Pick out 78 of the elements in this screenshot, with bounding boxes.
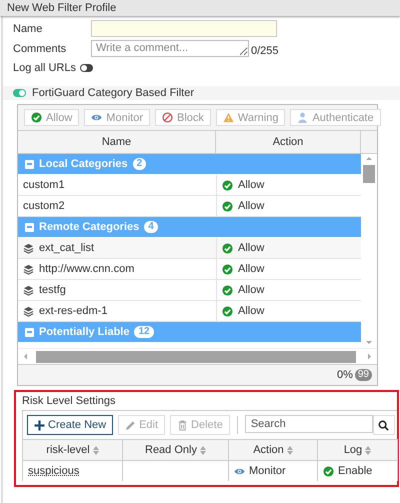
group-header[interactable]: Potentially Liable 12 <box>18 322 361 343</box>
section-label: FortiGuard Category Based Filter <box>32 87 194 99</box>
column-label: risk-level <box>46 444 90 456</box>
category-name: http://www.cnn.com <box>39 263 134 275</box>
action-label: Allow <box>238 284 264 296</box>
count-badge: 2 <box>132 158 146 170</box>
category-name: testfg <box>39 284 66 296</box>
search-icon <box>378 420 390 430</box>
toggle-switch[interactable] <box>13 89 26 97</box>
category-name: custom1 <box>23 179 65 191</box>
sort-icon[interactable] <box>286 446 293 454</box>
collapse-icon[interactable] <box>25 328 34 336</box>
column-header[interactable]: Action <box>229 439 318 460</box>
column-header[interactable]: Name <box>18 131 216 153</box>
group-header[interactable]: Local Categories 2 <box>18 154 361 175</box>
sort-icon[interactable] <box>200 446 206 454</box>
person-icon <box>297 112 308 123</box>
group-header[interactable]: Remote Categories 4 <box>18 217 361 238</box>
check-icon <box>31 112 42 123</box>
layers-icon <box>23 284 34 296</box>
action-label: Allow <box>238 179 264 191</box>
trash-icon <box>177 420 188 430</box>
count-badge: 12 <box>134 326 154 338</box>
action-label: Allow <box>238 305 264 317</box>
window-title: New Web Filter Profile <box>0 0 400 16</box>
horizontal-scrollbar[interactable] <box>18 348 377 364</box>
count-badge: 4 <box>144 221 158 233</box>
check-icon <box>222 264 233 274</box>
field-label: Log all URLs <box>13 62 76 74</box>
layers-icon <box>23 242 34 254</box>
category-name: ext_cat_list <box>39 242 94 254</box>
column-label: Action <box>253 444 284 456</box>
column-header[interactable]: Read Only <box>123 439 229 460</box>
column-header[interactable]: Action <box>216 131 361 153</box>
column-header[interactable]: risk-level <box>23 439 123 460</box>
check-icon <box>222 180 233 190</box>
group-label: Potentially Liable <box>39 326 130 338</box>
column-label: Read Only <box>145 444 197 456</box>
category-name: ext-res-edm-1 <box>39 305 108 317</box>
action-label: Allow <box>238 263 264 275</box>
risk-level-link[interactable]: suspicious <box>28 465 80 477</box>
field-label: Comments <box>13 42 68 54</box>
search-button[interactable] <box>372 415 395 435</box>
warning-icon <box>222 112 234 123</box>
log-label: Enable <box>338 465 372 477</box>
toolbar-button[interactable]: Create New <box>27 415 114 435</box>
search-field[interactable]: Search <box>244 415 373 433</box>
check-icon <box>222 242 233 254</box>
count-badge: 99 <box>354 369 372 381</box>
action-label: Monitor <box>249 465 286 477</box>
check-icon <box>222 284 233 296</box>
prohibited-icon <box>162 112 173 123</box>
column-label: Log <box>344 444 362 456</box>
section-title: Risk Level Settings <box>21 394 117 409</box>
pencil-icon <box>125 420 136 430</box>
action-label: Allow <box>238 242 264 254</box>
check-icon <box>323 466 334 476</box>
toggle-switch[interactable] <box>80 64 93 72</box>
check-icon <box>222 306 233 316</box>
layers-icon <box>23 264 34 274</box>
percent-label: 0% <box>336 369 353 381</box>
plus-icon <box>34 420 45 430</box>
group-label: Remote Categories <box>39 221 140 233</box>
action-label: Allow <box>238 200 264 212</box>
group-label: Local Categories <box>39 158 128 170</box>
collapse-icon[interactable] <box>25 222 34 232</box>
layers-icon <box>23 306 34 316</box>
sort-icon[interactable] <box>92 446 99 454</box>
collapse-icon[interactable] <box>25 160 34 168</box>
character-counter: 0/255 <box>251 45 279 57</box>
eye-icon <box>91 112 102 123</box>
check-icon <box>222 200 233 212</box>
field-label: Name <box>13 22 44 34</box>
name-field[interactable] <box>91 20 277 37</box>
sort-icon[interactable] <box>365 446 372 454</box>
category-name: custom2 <box>23 200 65 212</box>
column-header[interactable]: Log <box>318 439 398 460</box>
comments-field[interactable]: Write a comment... <box>91 40 249 57</box>
